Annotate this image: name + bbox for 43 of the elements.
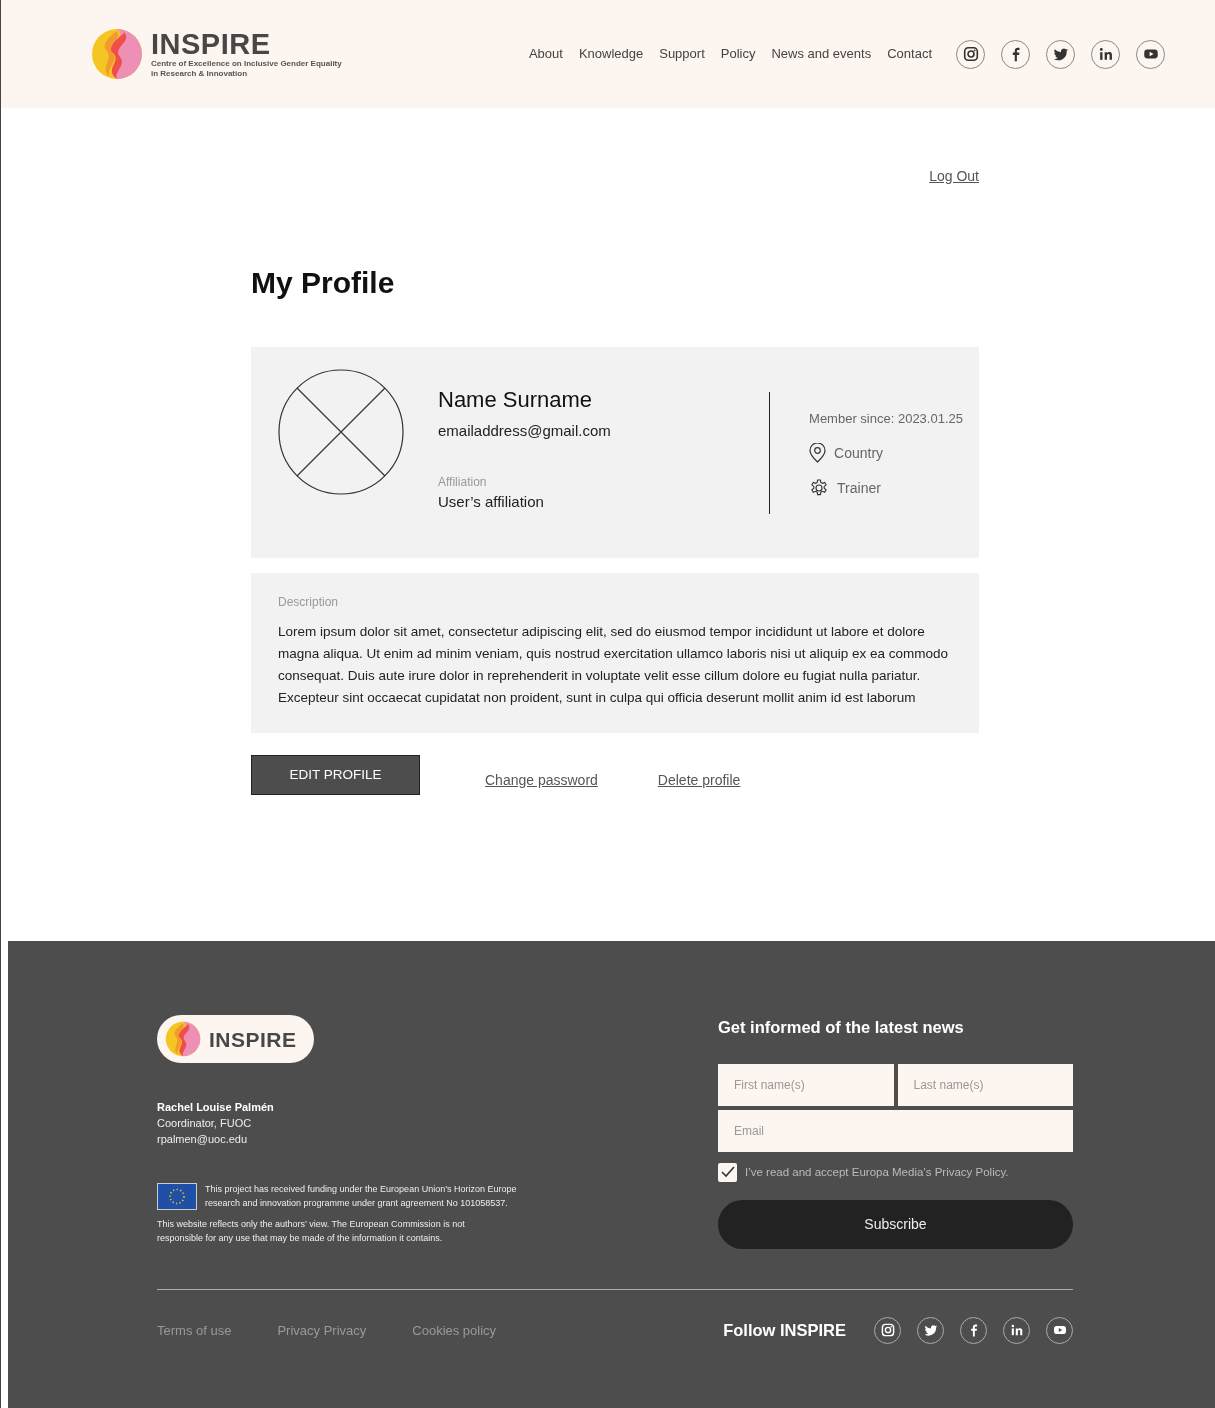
follow-heading: Follow INSPIRE [723, 1319, 846, 1341]
brand-name: INSPIRE [151, 30, 272, 60]
brand-name: INSPIRE [209, 1028, 297, 1050]
affiliation-label: Affiliation [438, 473, 488, 491]
logout-link[interactable]: Log Out [929, 166, 979, 187]
nav-link[interactable]: News and events [771, 44, 872, 64]
edit-profile-button[interactable]: EDIT PROFILE [251, 755, 420, 795]
first-name-field[interactable]: First name(s) [718, 1063, 894, 1106]
contact-email: rpalmen@uoc.edu [157, 1132, 249, 1147]
nav-link[interactable]: Policy [720, 44, 756, 64]
nav-link[interactable]: Contact [887, 44, 932, 64]
profile-name: Name Surname [438, 386, 594, 414]
consent-label: I’ve read and accept Europa Media’s Privacy Policy. [745, 1164, 1009, 1180]
gear-icon [809, 478, 830, 498]
consent-checkbox[interactable] [718, 1162, 737, 1182]
page-title: My Profile [251, 265, 396, 301]
delete-profile-link[interactable]: Delete profile [657, 769, 741, 791]
brand-tagline: Centre of Excellence on Inclusive Gender Equality [151, 59, 342, 69]
description-text: Lorem ipsum dolor sit amet, consectetur adipiscing elit, sed do eiusmod tempor incididunt ut labore et dolore magna aliqua. Ut enim ad minim veniam, quis nostrud exercitation ullamco laboris nisi ut aliquip ex ea commodo consequat. Duis aute irure dolor in reprehenderit in voluptate velit esse cillum dolore eu fugiat nulla pariatur. Excepteur sint occaecat cupidatat non proident, sunt in culpa qui officia deserunt mollit anim id est laborum [278, 623, 950, 707]
role-text: Trainer [837, 478, 881, 498]
logo-icon [91, 28, 143, 80]
profile-email: emailaddress@gmail.com [438, 421, 612, 441]
country-text: Country [834, 443, 884, 463]
nav-link[interactable]: About [528, 44, 563, 64]
contact-name: Rachel Louise Palmén [157, 1100, 275, 1115]
newsletter-title: Get informed of the latest news [718, 1017, 965, 1038]
location-pin-icon [809, 443, 827, 463]
subscribe-button[interactable]: Subscribe [718, 1199, 1073, 1249]
brand-tagline: in Research & Innovation [151, 68, 249, 78]
nav-link[interactable]: Knowledge [578, 44, 644, 64]
disclaimer-text: This website reflects only the authors’ view. The European Commission is not responsible for any use that may be made of the information it contains. [157, 1218, 466, 1245]
email-field[interactable]: Email [718, 1109, 1073, 1152]
avatar-placeholder-icon [278, 369, 404, 495]
affiliation-value: User’s affiliation [438, 491, 545, 512]
description-label: Description [278, 594, 340, 611]
member-since: Member since: 2023.01.25 [809, 410, 963, 428]
eu-flag-icon [157, 1183, 197, 1210]
last-name-field[interactable]: Last name(s) [897, 1063, 1073, 1106]
funding-text: This project has received funding under the European Union’s Horizon Europe research and innovation programme under grant agreement No 101058537. [205, 1183, 518, 1210]
logo-icon [165, 1021, 201, 1057]
change-password-link[interactable]: Change password [485, 769, 598, 791]
contact-role: Coordinator, FUOC [157, 1116, 253, 1131]
nav-link[interactable]: Support [659, 44, 705, 64]
